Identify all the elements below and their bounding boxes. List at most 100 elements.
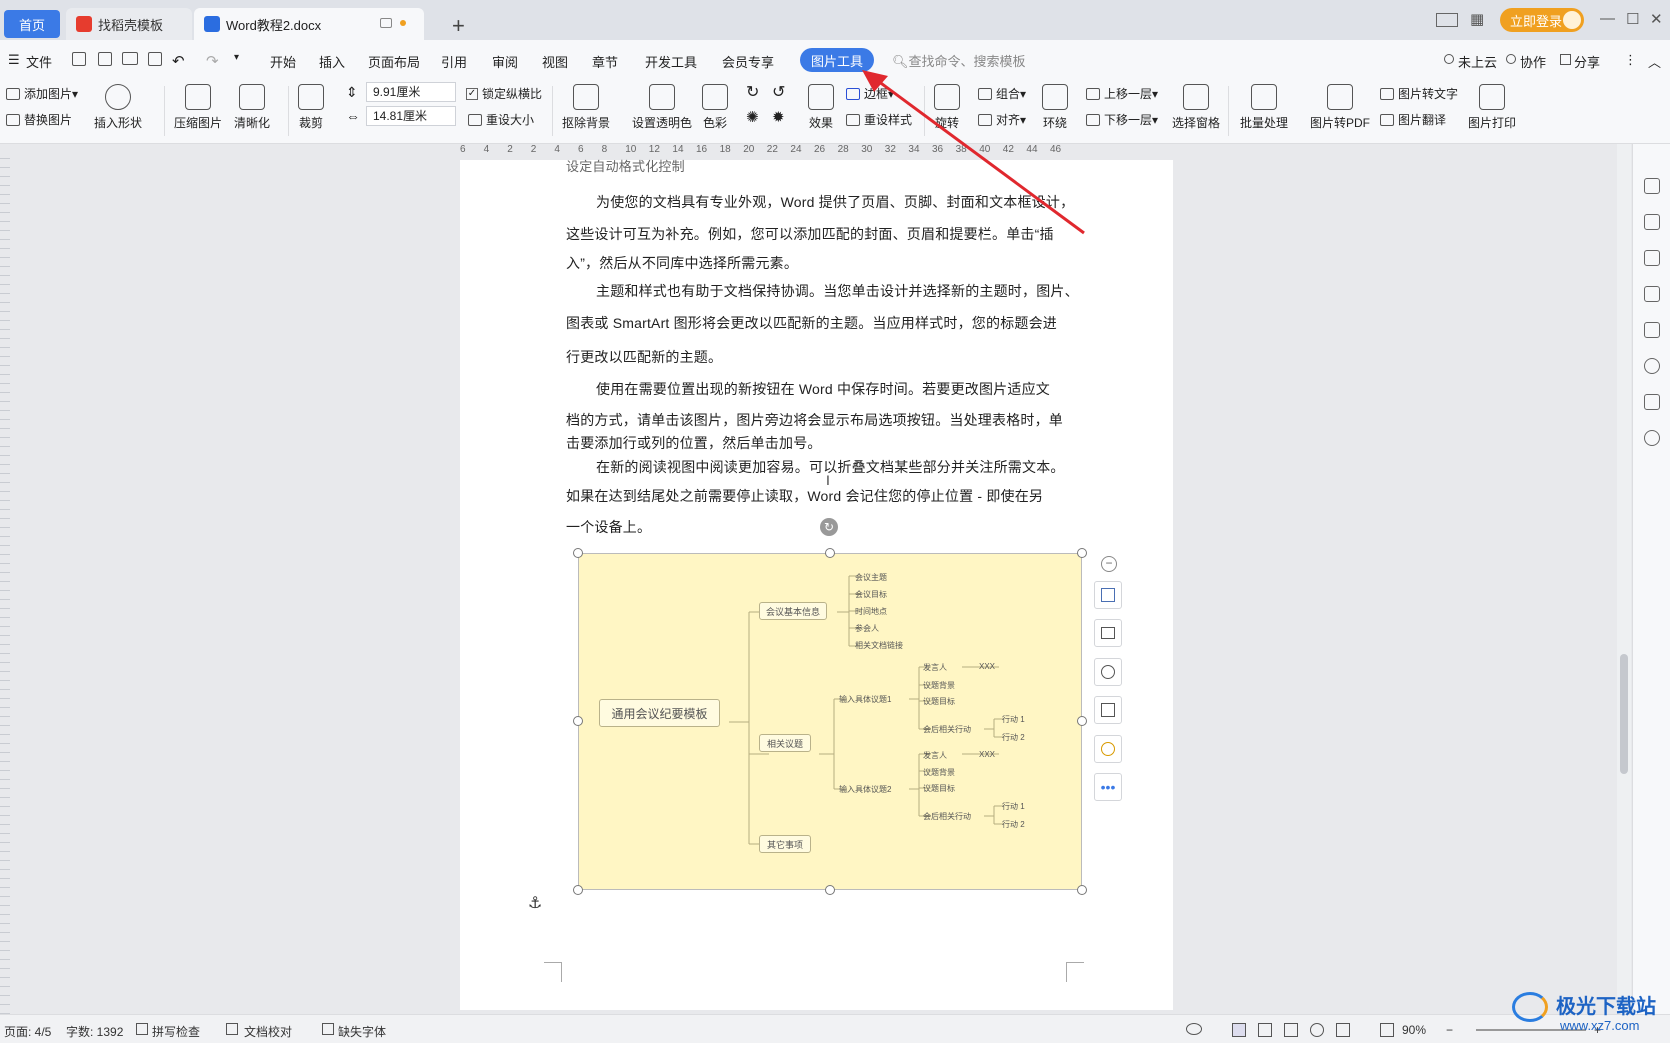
resize-handle-se[interactable] — [1077, 885, 1087, 895]
customize-icon[interactable]: ▾ — [234, 52, 239, 63]
share-button[interactable]: 分享 — [1574, 52, 1600, 71]
set-transparent-button[interactable]: 设置透明色 — [632, 84, 692, 131]
new-tab-button[interactable]: + — [452, 10, 476, 42]
menu-developer[interactable]: 开发工具 — [645, 52, 697, 71]
print-icon[interactable] — [122, 52, 138, 65]
batch-process-button[interactable]: 批量处理 — [1240, 84, 1288, 131]
hamburger-icon[interactable]: ☰ — [8, 52, 20, 68]
resize-handle-ne[interactable] — [1077, 548, 1087, 558]
spellcheck-button[interactable]: 拼写检查 — [152, 1023, 200, 1040]
close-icon[interactable]: ✕ — [1650, 10, 1663, 28]
print-preview-icon[interactable] — [148, 52, 162, 66]
monitor-icon[interactable] — [380, 18, 392, 28]
mindmap-picture[interactable]: 通用会议纪要模板 会议基本信息 会议主题 会议目标 时间地点 参会人 相关文档链… — [578, 553, 1082, 890]
send-backward-button[interactable]: 下移一层 ▾ — [1086, 111, 1158, 128]
translate-button[interactable]: 图片翻译 — [1380, 111, 1446, 128]
word-count[interactable]: 字数: 1392 — [66, 1023, 123, 1040]
redo-icon[interactable]: ↷ — [206, 52, 219, 70]
page-indicator[interactable]: 页面: 4/5 — [4, 1023, 51, 1040]
smart-tool-button[interactable] — [1094, 735, 1122, 763]
layout-icon[interactable] — [1436, 13, 1458, 27]
more-tools-button[interactable]: ••• — [1094, 773, 1122, 801]
brightness-down-icon[interactable]: ✹ — [772, 108, 785, 126]
collab-button[interactable]: 协作 — [1520, 52, 1546, 71]
contrast-up-icon[interactable]: ↻ — [746, 82, 759, 102]
web-view-icon[interactable] — [1310, 1023, 1324, 1037]
menu-review[interactable]: 审阅 — [492, 52, 518, 71]
sharpen-button[interactable]: 清晰化 — [234, 84, 270, 131]
menu-home[interactable]: 开始 — [270, 52, 296, 71]
cloud-status[interactable]: 未上云 — [1458, 52, 1497, 71]
width-input[interactable]: 14.81厘米 — [366, 106, 456, 126]
help-icon[interactable] — [1644, 430, 1660, 446]
resize-handle-n[interactable] — [825, 548, 835, 558]
undo-icon[interactable]: ↶ — [172, 52, 185, 70]
zoom-out-icon[interactable]: − — [1101, 556, 1117, 572]
login-button[interactable]: 立即登录 — [1500, 8, 1584, 32]
export-icon[interactable] — [98, 52, 112, 66]
save-icon[interactable] — [72, 52, 86, 66]
insert-shape-button[interactable]: 插入形状 — [94, 84, 142, 131]
zoom-out-button[interactable]: − — [1446, 1023, 1453, 1037]
draw-view-icon[interactable] — [1336, 1023, 1350, 1037]
remove-background-button[interactable]: 抠除背景 — [562, 84, 610, 131]
eye-protect-icon[interactable] — [1186, 1023, 1202, 1035]
fit-page-icon[interactable] — [1380, 1023, 1394, 1037]
menu-chapter[interactable]: 章节 — [592, 52, 618, 71]
resize-handle-sw[interactable] — [573, 885, 583, 895]
book-icon[interactable] — [1644, 394, 1660, 410]
collapse-ribbon-icon[interactable]: ︿ — [1648, 52, 1661, 71]
brightness-up-icon[interactable]: ✺ — [746, 108, 759, 126]
menu-view[interactable]: 视图 — [542, 52, 568, 71]
bring-forward-button[interactable]: 上移一层 ▾ — [1086, 85, 1158, 102]
wrap-options-button[interactable] — [1094, 619, 1122, 647]
read-view-icon[interactable] — [1284, 1023, 1298, 1037]
missing-font-button[interactable]: 缺失字体 — [338, 1023, 386, 1040]
contrast-down-icon[interactable]: ↺ — [772, 82, 785, 102]
crop-tool-button[interactable] — [1094, 696, 1122, 724]
reset-size-button[interactable]: 重设大小 — [468, 111, 534, 128]
resize-handle-w[interactable] — [573, 716, 583, 726]
selection-pane-button[interactable]: 选择窗格 — [1172, 84, 1220, 131]
location-icon[interactable] — [1644, 358, 1660, 374]
scroll-thumb[interactable] — [1620, 654, 1628, 774]
add-picture-button[interactable]: 添加图片 ▾ — [6, 85, 78, 102]
resize-handle-nw[interactable] — [573, 548, 583, 558]
resize-handle-s[interactable] — [825, 885, 835, 895]
to-text-button[interactable]: 图片转文字 — [1380, 85, 1458, 102]
resize-handle-e[interactable] — [1077, 716, 1087, 726]
tab-docer-templates[interactable]: 找稻壳模板 — [66, 8, 192, 40]
page-view-icon[interactable] — [1232, 1023, 1246, 1037]
replace-picture-button[interactable]: 替换图片 — [6, 111, 72, 128]
crop-button[interactable]: 裁剪 — [298, 84, 324, 131]
rotate-handle-icon[interactable]: ↻ — [820, 518, 838, 536]
layout-options-button[interactable] — [1094, 581, 1122, 609]
sliders-icon[interactable] — [1644, 286, 1660, 302]
proofread-button[interactable]: 文档校对 — [244, 1023, 292, 1040]
menu-page-layout[interactable]: 页面布局 — [368, 52, 420, 71]
picture-print-button[interactable]: 图片打印 — [1468, 84, 1516, 131]
menu-member[interactable]: 会员专享 — [722, 52, 774, 71]
tab-home[interactable]: 首页 — [4, 10, 60, 38]
vertical-scrollbar[interactable] — [1617, 144, 1631, 1014]
menu-file[interactable]: 文件 — [26, 52, 52, 71]
height-input[interactable]: 9.91厘米 — [366, 82, 456, 102]
cursor-icon[interactable] — [1644, 250, 1660, 266]
menu-insert[interactable]: 插入 — [319, 52, 345, 71]
to-pdf-button[interactable]: 图片转PDF — [1310, 84, 1370, 131]
rocket-icon[interactable] — [1644, 178, 1660, 194]
zoom-picture-button[interactable] — [1094, 658, 1122, 686]
image-tool-icon[interactable] — [1644, 322, 1660, 338]
more-icon[interactable]: ⋮ — [1624, 52, 1637, 68]
maximize-icon[interactable]: ☐ — [1626, 10, 1639, 28]
compress-picture-button[interactable]: 压缩图片 — [174, 84, 222, 131]
minimize-icon[interactable]: — — [1600, 10, 1615, 27]
menu-references[interactable]: 引用 — [441, 52, 467, 71]
zoom-level[interactable]: 90% — [1402, 1023, 1426, 1037]
pen-icon[interactable] — [1644, 214, 1660, 230]
grid-icon[interactable]: ▦ — [1470, 10, 1484, 28]
tab-document[interactable]: Word教程2.docx — [194, 8, 424, 40]
lock-ratio-checkbox[interactable]: ✓ 锁定纵横比 — [466, 85, 542, 102]
effects-button[interactable]: 效果 — [808, 84, 834, 131]
color-button[interactable]: 色彩 — [702, 84, 728, 131]
